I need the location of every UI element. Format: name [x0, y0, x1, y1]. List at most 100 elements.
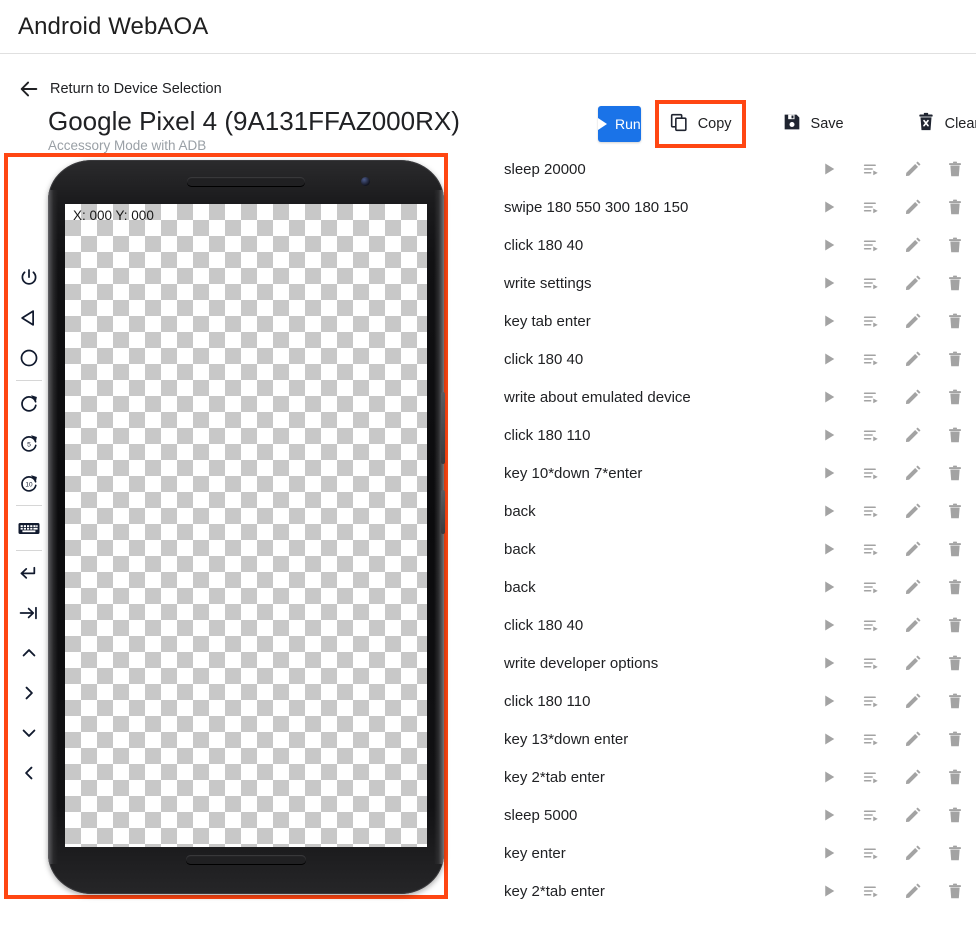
edit-pencil-icon[interactable] — [892, 882, 934, 900]
play-from-here-icon[interactable] — [850, 692, 892, 710]
play-icon[interactable] — [808, 578, 850, 596]
delete-trash-icon[interactable] — [934, 844, 976, 862]
edit-pencil-icon[interactable] — [892, 844, 934, 862]
play-from-here-icon[interactable] — [850, 274, 892, 292]
edit-pencil-icon[interactable] — [892, 236, 934, 254]
edit-pencil-icon[interactable] — [892, 350, 934, 368]
play-from-here-icon[interactable] — [850, 844, 892, 862]
play-icon[interactable] — [808, 692, 850, 710]
edit-pencil-icon[interactable] — [892, 806, 934, 824]
play-from-here-icon[interactable] — [850, 388, 892, 406]
edit-pencil-icon[interactable] — [892, 388, 934, 406]
play-icon[interactable] — [808, 654, 850, 672]
home-circle-icon[interactable] — [13, 338, 45, 378]
edit-pencil-icon[interactable] — [892, 274, 934, 292]
delete-trash-icon[interactable] — [934, 654, 976, 672]
delete-trash-icon[interactable] — [934, 464, 976, 482]
play-icon[interactable] — [808, 806, 850, 824]
play-icon[interactable] — [808, 312, 850, 330]
play-from-here-icon[interactable] — [850, 578, 892, 596]
edit-pencil-icon[interactable] — [892, 578, 934, 596]
delete-trash-icon[interactable] — [934, 236, 976, 254]
delete-trash-icon[interactable] — [934, 806, 976, 824]
play-from-here-icon[interactable] — [850, 654, 892, 672]
delete-trash-icon[interactable] — [934, 160, 976, 178]
play-from-here-icon[interactable] — [850, 426, 892, 444]
delete-trash-icon[interactable] — [934, 350, 976, 368]
copy-button[interactable]: Copy — [665, 106, 736, 142]
play-icon[interactable] — [808, 274, 850, 292]
power-icon[interactable] — [13, 258, 45, 298]
return-to-device-selection-link[interactable]: Return to Device Selection — [18, 78, 222, 100]
enter-key-icon[interactable] — [13, 553, 45, 593]
play-from-here-icon[interactable] — [850, 198, 892, 216]
delete-trash-icon[interactable] — [934, 768, 976, 786]
play-from-here-icon[interactable] — [850, 502, 892, 520]
play-icon[interactable] — [808, 388, 850, 406]
delete-trash-icon[interactable] — [934, 616, 976, 634]
refresh-5-icon[interactable]: 5 — [13, 423, 45, 463]
edit-pencil-icon[interactable] — [892, 768, 934, 786]
play-icon[interactable] — [808, 198, 850, 216]
delete-trash-icon[interactable] — [934, 388, 976, 406]
play-from-here-icon[interactable] — [850, 540, 892, 558]
back-triangle-icon[interactable] — [13, 298, 45, 338]
edit-pencil-icon[interactable] — [892, 198, 934, 216]
play-icon[interactable] — [808, 540, 850, 558]
play-icon[interactable] — [808, 882, 850, 900]
play-icon[interactable] — [808, 616, 850, 634]
edit-pencil-icon[interactable] — [892, 160, 934, 178]
edit-pencil-icon[interactable] — [892, 540, 934, 558]
chevron-down-icon[interactable] — [13, 713, 45, 753]
edit-pencil-icon[interactable] — [892, 692, 934, 710]
play-icon[interactable] — [808, 426, 850, 444]
play-icon[interactable] — [808, 730, 850, 748]
run-button[interactable]: Run — [598, 106, 641, 142]
delete-trash-icon[interactable] — [934, 274, 976, 292]
play-from-here-icon[interactable] — [850, 160, 892, 178]
delete-trash-icon[interactable] — [934, 882, 976, 900]
keyboard-icon[interactable] — [13, 508, 45, 548]
play-from-here-icon[interactable] — [850, 236, 892, 254]
delete-trash-icon[interactable] — [934, 540, 976, 558]
save-button[interactable]: Save — [772, 106, 854, 142]
delete-trash-icon[interactable] — [934, 578, 976, 596]
chevron-left-icon[interactable] — [13, 753, 45, 793]
delete-trash-icon[interactable] — [934, 312, 976, 330]
play-from-here-icon[interactable] — [850, 882, 892, 900]
delete-trash-icon[interactable] — [934, 426, 976, 444]
delete-trash-icon[interactable] — [934, 730, 976, 748]
play-icon[interactable] — [808, 768, 850, 786]
edit-pencil-icon[interactable] — [892, 730, 934, 748]
edit-pencil-icon[interactable] — [892, 616, 934, 634]
chevron-up-icon[interactable] — [13, 633, 45, 673]
command-row-actions — [808, 464, 976, 482]
play-from-here-icon[interactable] — [850, 464, 892, 482]
play-icon[interactable] — [808, 502, 850, 520]
clear-button[interactable]: Clear — [906, 106, 976, 142]
play-icon[interactable] — [808, 844, 850, 862]
play-from-here-icon[interactable] — [850, 768, 892, 786]
play-icon[interactable] — [808, 464, 850, 482]
play-from-here-icon[interactable] — [850, 312, 892, 330]
delete-trash-icon[interactable] — [934, 198, 976, 216]
delete-trash-icon[interactable] — [934, 502, 976, 520]
edit-pencil-icon[interactable] — [892, 312, 934, 330]
play-from-here-icon[interactable] — [850, 616, 892, 634]
edit-pencil-icon[interactable] — [892, 426, 934, 444]
edit-pencil-icon[interactable] — [892, 654, 934, 672]
edit-pencil-icon[interactable] — [892, 502, 934, 520]
delete-trash-icon[interactable] — [934, 692, 976, 710]
play-from-here-icon[interactable] — [850, 806, 892, 824]
refresh-icon[interactable] — [13, 383, 45, 423]
device-screen-canvas[interactable]: X: 000 Y: 000 — [65, 204, 427, 847]
play-icon[interactable] — [808, 350, 850, 368]
play-from-here-icon[interactable] — [850, 730, 892, 748]
chevron-right-icon[interactable] — [13, 673, 45, 713]
play-icon[interactable] — [808, 160, 850, 178]
edit-pencil-icon[interactable] — [892, 464, 934, 482]
tab-key-icon[interactable] — [13, 593, 45, 633]
play-icon[interactable] — [808, 236, 850, 254]
play-from-here-icon[interactable] — [850, 350, 892, 368]
refresh-10-icon[interactable]: 10 — [13, 463, 45, 503]
